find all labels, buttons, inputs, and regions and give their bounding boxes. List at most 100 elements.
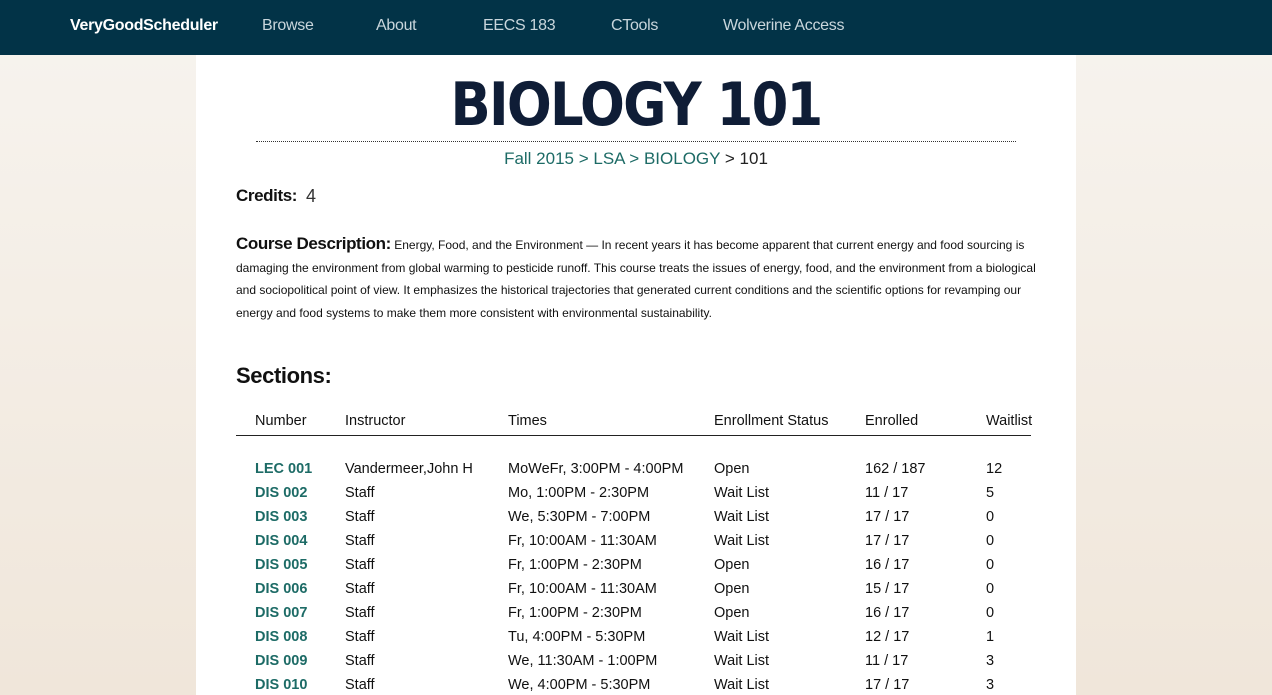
nav-wolverine-access[interactable]: Wolverine Access	[723, 17, 844, 35]
section-enrolled: 15 / 17	[865, 581, 910, 597]
section-enrolled: 12 / 17	[865, 629, 910, 645]
table-row: DIS 003 Staff We, 5:30PM - 7:00PM Wait L…	[236, 509, 1031, 533]
section-waitlist: 0	[986, 509, 995, 525]
section-times: We, 11:30AM - 1:00PM	[508, 653, 658, 669]
page-title: BIOLOGY 101	[450, 70, 823, 140]
section-number-link[interactable]: DIS 007	[255, 605, 307, 621]
section-number-link[interactable]: DIS 008	[255, 629, 307, 645]
column-header-number: Number	[255, 413, 307, 429]
table-row: DIS 007 Staff Fr, 1:00PM - 2:30PM Open 1…	[236, 605, 1031, 629]
section-waitlist: 0	[986, 605, 995, 621]
section-number-link[interactable]: DIS 010	[255, 677, 307, 693]
section-waitlist: 1	[986, 629, 995, 645]
section-enrolled: 11 / 17	[865, 485, 909, 501]
section-instructor: Vandermeer,John H	[345, 461, 473, 477]
breadcrumb-term[interactable]: Fall 2015	[504, 149, 574, 168]
section-status: Wait List	[714, 677, 770, 693]
section-number-link[interactable]: DIS 003	[255, 509, 307, 525]
section-instructor: Staff	[345, 533, 375, 549]
breadcrumb-separator: >	[574, 149, 594, 168]
section-enrolled: 17 / 17	[865, 533, 910, 549]
section-instructor: Staff	[345, 629, 375, 645]
section-instructor: Staff	[345, 485, 375, 501]
nav-ctools[interactable]: CTools	[611, 17, 658, 35]
title-divider	[256, 141, 1016, 142]
section-enrolled: 162 / 187	[865, 461, 926, 477]
section-times: Tu, 4:00PM - 5:30PM	[508, 629, 646, 645]
section-number-link[interactable]: DIS 009	[255, 653, 307, 669]
section-waitlist: 0	[986, 581, 995, 597]
section-enrolled: 17 / 17	[865, 677, 910, 693]
section-enrolled: 17 / 17	[865, 509, 910, 525]
section-instructor: Staff	[345, 677, 375, 693]
section-instructor: Staff	[345, 581, 375, 597]
credits-value: 4	[306, 186, 317, 206]
section-waitlist: 12	[986, 461, 1003, 477]
section-instructor: Staff	[345, 509, 375, 525]
section-times: Fr, 10:00AM - 11:30AM	[508, 581, 657, 597]
column-header-times: Times	[508, 413, 547, 429]
top-navbar: VeryGoodScheduler Browse About EECS 183 …	[0, 0, 1272, 55]
section-times: MoWeFr, 3:00PM - 4:00PM	[508, 461, 684, 477]
section-waitlist: 0	[986, 533, 995, 549]
column-header-enrolled: Enrolled	[865, 413, 919, 429]
section-enrolled: 16 / 17	[865, 605, 910, 621]
section-times: Fr, 10:00AM - 11:30AM	[508, 533, 657, 549]
section-status: Wait List	[714, 485, 770, 501]
sections-table-header: Number Instructor Times Enrollment Statu…	[236, 413, 1033, 436]
column-header-waitlist: Waitlist	[986, 413, 1033, 429]
column-header-enrollment-status: Enrollment Status	[714, 413, 829, 429]
credits-label: Credits:	[236, 186, 298, 205]
table-row: DIS 006 Staff Fr, 10:00AM - 11:30AM Open…	[236, 581, 1031, 605]
section-times: Fr, 1:00PM - 2:30PM	[508, 605, 642, 621]
section-instructor: Staff	[345, 557, 375, 573]
course-description: Course Description: Energy, Food, and th…	[236, 233, 1036, 324]
section-times: We, 5:30PM - 7:00PM	[508, 509, 651, 525]
breadcrumb-school[interactable]: LSA	[593, 149, 624, 168]
nav-about[interactable]: About	[376, 17, 417, 35]
table-row: DIS 010 Staff We, 4:00PM - 5:30PM Wait L…	[236, 677, 1031, 695]
breadcrumb-subject[interactable]: BIOLOGY	[644, 149, 720, 168]
table-row: DIS 004 Staff Fr, 10:00AM - 11:30AM Wait…	[236, 533, 1031, 557]
section-status: Open	[714, 461, 750, 477]
course-description-label: Course Description:	[236, 234, 391, 253]
section-enrolled: 11 / 17	[865, 653, 909, 669]
section-status: Wait List	[714, 509, 770, 525]
section-status: Open	[714, 581, 750, 597]
section-waitlist: 0	[986, 557, 995, 573]
section-times: We, 4:00PM - 5:30PM	[508, 677, 651, 693]
breadcrumb: Fall 2015 > LSA > BIOLOGY > 101	[196, 149, 1076, 169]
section-waitlist: 3	[986, 653, 995, 669]
section-status: Open	[714, 605, 750, 621]
section-status: Wait List	[714, 533, 770, 549]
section-times: Mo, 1:00PM - 2:30PM	[508, 485, 650, 501]
breadcrumb-separator: >	[720, 149, 740, 168]
table-row: DIS 002 Staff Mo, 1:00PM - 2:30PM Wait L…	[236, 485, 1031, 509]
section-waitlist: 5	[986, 485, 995, 501]
section-number-link[interactable]: DIS 005	[255, 557, 307, 573]
sections-heading: Sections:	[236, 363, 332, 388]
section-status: Open	[714, 557, 750, 573]
breadcrumb-number: 101	[739, 149, 768, 168]
section-status: Wait List	[714, 653, 770, 669]
table-row: DIS 009 Staff We, 11:30AM - 1:00PM Wait …	[236, 653, 1031, 677]
nav-eecs-183[interactable]: EECS 183	[483, 17, 556, 35]
section-times: Fr, 1:00PM - 2:30PM	[508, 557, 642, 573]
table-row: LEC 001 Vandermeer,John H MoWeFr, 3:00PM…	[236, 461, 1031, 485]
section-number-link[interactable]: LEC 001	[255, 461, 312, 477]
brand-link[interactable]: VeryGoodScheduler	[70, 17, 218, 35]
section-instructor: Staff	[345, 653, 375, 669]
section-status: Wait List	[714, 629, 770, 645]
table-row: DIS 005 Staff Fr, 1:00PM - 2:30PM Open 1…	[236, 557, 1031, 581]
section-number-link[interactable]: DIS 004	[255, 533, 307, 549]
section-number-link[interactable]: DIS 006	[255, 581, 307, 597]
column-header-instructor: Instructor	[345, 413, 406, 429]
breadcrumb-separator: >	[624, 149, 644, 168]
main-content: BIOLOGY 101 Fall 2015 > LSA > BIOLOGY > …	[196, 55, 1076, 695]
section-number-link[interactable]: DIS 002	[255, 485, 307, 501]
nav-browse[interactable]: Browse	[262, 17, 314, 35]
section-waitlist: 3	[986, 677, 995, 693]
section-enrolled: 16 / 17	[865, 557, 910, 573]
table-row: DIS 008 Staff Tu, 4:00PM - 5:30PM Wait L…	[236, 629, 1031, 653]
section-instructor: Staff	[345, 605, 375, 621]
